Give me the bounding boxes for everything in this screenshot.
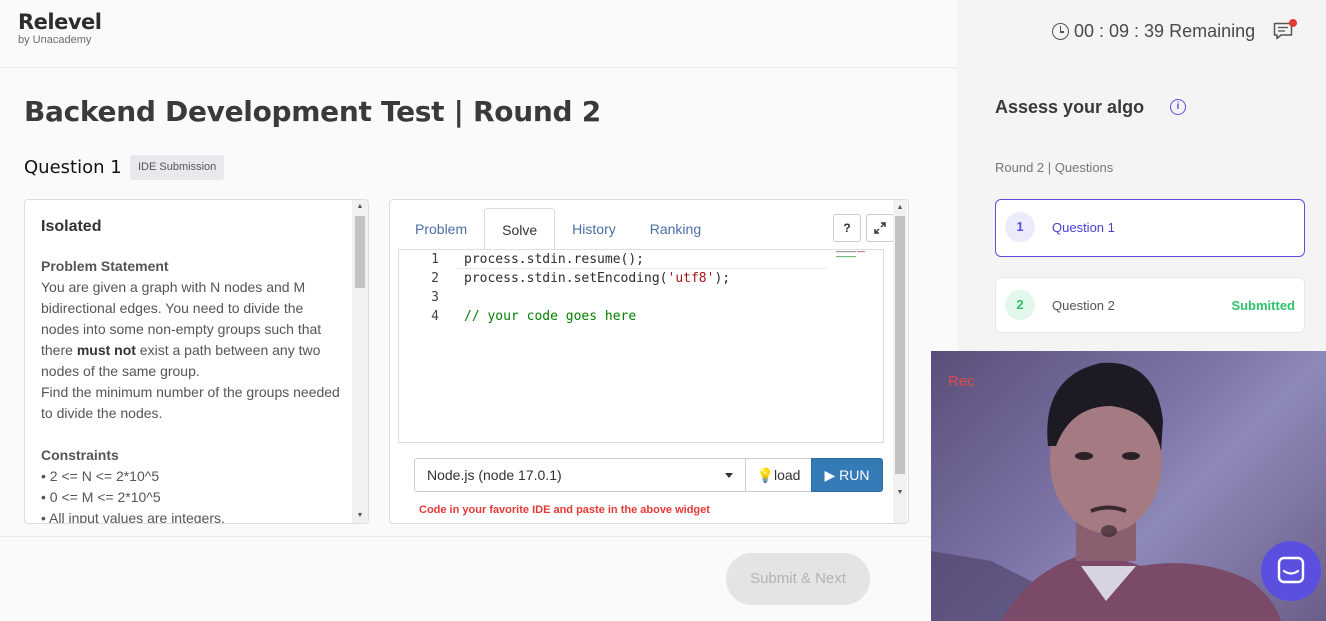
problem-statement-line2: Find the minimum number of the groups ne… — [41, 384, 340, 421]
scroll-up-icon[interactable]: ▲ — [352, 200, 368, 214]
code-line-3: 3 — [431, 290, 439, 305]
load-button[interactable]: 💡load — [745, 458, 812, 492]
help-button[interactable]: ? — [833, 214, 861, 242]
problem-statement-heading: Problem Statement — [41, 258, 169, 274]
question-card-2[interactable]: 2 Question 2 Submitted — [995, 277, 1305, 333]
constraint-item: • 0 <= M <= 2*10^5 — [41, 489, 161, 505]
logo-title: Relevel — [18, 10, 102, 34]
problem-title: Isolated — [41, 218, 102, 235]
clock-icon — [1052, 23, 1069, 40]
code-line-1: 1 process.stdin.resume(); — [431, 252, 645, 267]
problem-panel[interactable]: Isolated Problem Statement You are given… — [24, 199, 369, 524]
code-line-2: 2 process.stdin.setEncoding('utf8'); — [431, 271, 731, 286]
question-name: Question 2 — [1052, 298, 1115, 313]
editor-footer-divider — [398, 442, 884, 443]
expand-icon — [874, 222, 886, 234]
editor-tabs: Problem Solve History Ranking — [398, 208, 718, 250]
editor-scrollbar[interactable]: ▲ ▼ — [893, 200, 907, 523]
question-status: Submitted — [1231, 298, 1295, 313]
constraint-item: • All input values are integers. — [41, 510, 225, 524]
round-label: Round 2 | Questions — [995, 160, 1114, 175]
submission-type-badge: IDE Submission — [130, 155, 225, 180]
question-card-1[interactable]: 1 Question 1 — [995, 199, 1305, 257]
question-number: 1 — [1005, 212, 1035, 242]
header-divider — [0, 67, 957, 68]
scroll-down-icon[interactable]: ▼ — [352, 509, 368, 523]
logo-subtitle: by Unacademy — [18, 34, 92, 46]
editor-hint: Code in your favorite IDE and paste in t… — [419, 504, 710, 516]
scroll-thumb[interactable] — [355, 216, 365, 288]
lightbulb-icon: 💡 — [756, 467, 774, 483]
recording-label: Rec — [948, 373, 975, 390]
chat-launcher[interactable] — [1261, 541, 1321, 601]
code-line-4: 4// your code goes here — [431, 309, 637, 324]
problem-statement: You are given a graph with N nodes and M… — [41, 279, 322, 379]
timer-text: 00 : 09 : 39 Remaining — [1074, 21, 1256, 41]
footer-divider — [0, 536, 931, 537]
constraints-heading: Constraints — [41, 447, 119, 463]
submit-next-button[interactable]: Submit & Next — [726, 553, 870, 605]
tab-solve[interactable]: Solve — [484, 208, 556, 250]
editor-panel: Problem Solve History Ranking ? 1 process… — [389, 199, 909, 524]
tab-problem[interactable]: Problem — [398, 208, 484, 250]
question-number: 2 — [1005, 290, 1035, 320]
tab-history[interactable]: History — [555, 208, 633, 250]
scroll-thumb[interactable] — [895, 216, 905, 474]
run-button[interactable]: ▶ RUN — [811, 458, 883, 492]
info-icon[interactable]: i — [1170, 99, 1186, 115]
problem-scrollbar[interactable]: ▲ ▼ — [352, 200, 368, 523]
notification-dot — [1289, 19, 1297, 27]
sidebar-title: Assess your algo — [995, 97, 1145, 117]
constraint-item: • 2 <= N <= 2*10^5 — [41, 468, 160, 484]
scroll-up-icon[interactable]: ▲ — [893, 201, 907, 215]
play-icon: ▶ — [824, 467, 836, 483]
problem-content: Isolated Problem Statement You are given… — [41, 212, 341, 524]
page-title: Backend Development Test | Round 2 — [24, 95, 601, 128]
code-editor[interactable]: 1 process.stdin.resume(); 2 process.stdin.… — [398, 250, 884, 442]
chevron-down-icon — [725, 473, 733, 478]
countdown-timer: 00 : 09 : 39 Remaining — [1052, 21, 1255, 42]
relevel-logo[interactable]: Relevel by Unacademy — [18, 10, 102, 46]
code-minimap — [836, 251, 865, 258]
scroll-down-icon[interactable]: ▼ — [893, 486, 907, 500]
question-name: Question 1 — [1052, 220, 1115, 235]
language-select[interactable]: Node.js (node 17.0.1) — [414, 458, 746, 492]
tab-ranking[interactable]: Ranking — [633, 208, 718, 250]
question-label: Question 1 — [24, 157, 122, 178]
fullscreen-button[interactable] — [866, 214, 894, 242]
intercom-icon — [1277, 556, 1305, 584]
